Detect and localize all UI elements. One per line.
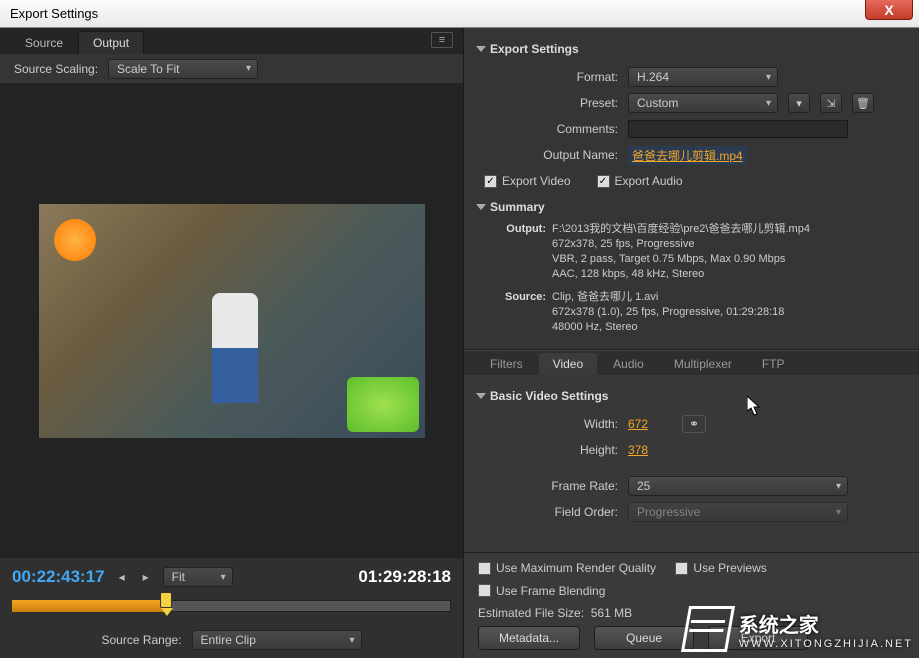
height-label: Height: xyxy=(478,443,618,457)
tab-source[interactable]: Source xyxy=(10,31,78,54)
preset-dropdown[interactable]: Custom xyxy=(628,93,778,113)
panel-menu-icon[interactable] xyxy=(431,32,453,48)
format-label: Format: xyxy=(478,70,618,84)
summary-source-label: Source: xyxy=(492,290,546,335)
width-label: Width: xyxy=(478,417,618,431)
twirl-down-icon xyxy=(476,46,486,52)
basic-video-header[interactable]: Basic Video Settings xyxy=(478,389,905,403)
video-preview[interactable] xyxy=(0,84,463,558)
prev-frame-icon[interactable]: ◂ xyxy=(115,570,129,584)
format-dropdown[interactable]: H.264 xyxy=(628,67,778,87)
close-button[interactable]: X xyxy=(865,0,913,20)
link-dimensions-icon[interactable]: ⚭ xyxy=(682,415,706,433)
framerate-dropdown[interactable]: 25 xyxy=(628,476,848,496)
tab-filters[interactable]: Filters xyxy=(476,353,537,375)
twirl-down-icon xyxy=(476,204,486,210)
import-preset-icon[interactable]: ⇲ xyxy=(820,93,842,113)
source-range-dropdown[interactable]: Entire Clip xyxy=(192,630,362,650)
preview-tabs: Source Output xyxy=(0,28,463,54)
bottom-bar: Use Maximum Render Quality Use Previews … xyxy=(464,552,919,658)
export-settings-header[interactable]: Export Settings xyxy=(478,42,905,56)
close-icon: X xyxy=(884,2,893,18)
export-audio-checkbox[interactable]: ✓Export Audio xyxy=(597,174,683,188)
est-size-label: Estimated File Size: xyxy=(478,606,584,620)
source-scaling-dropdown[interactable]: Scale To Fit xyxy=(108,59,258,79)
tab-output[interactable]: Output xyxy=(78,31,144,54)
settings-panel: Export Settings Format: H.264 Preset: Cu… xyxy=(464,28,919,658)
next-frame-icon[interactable]: ▸ xyxy=(139,570,153,584)
source-range-label: Source Range: xyxy=(101,633,181,647)
queue-button[interactable]: Queue xyxy=(594,626,694,650)
preview-panel: Source Output Source Scaling: Scale To F… xyxy=(0,28,464,658)
fieldorder-dropdown: Progressive xyxy=(628,502,848,522)
playhead-icon[interactable] xyxy=(160,592,172,608)
est-size-value: 561 MB xyxy=(591,606,632,620)
comments-input[interactable] xyxy=(628,120,848,138)
source-scaling-label: Source Scaling: xyxy=(14,62,98,76)
frame-blending-checkbox[interactable]: Use Frame Blending xyxy=(478,584,605,598)
in-timecode[interactable]: 00:22:43:17 xyxy=(12,567,105,587)
summary-output-label: Output: xyxy=(492,222,546,282)
tab-video[interactable]: Video xyxy=(539,353,597,375)
preview-frame xyxy=(39,204,425,438)
output-name-label: Output Name: xyxy=(478,148,618,162)
preset-label: Preset: xyxy=(478,96,618,110)
save-preset-icon[interactable]: ▾ xyxy=(788,93,810,113)
export-video-checkbox[interactable]: ✓Export Video xyxy=(484,174,571,188)
duration-timecode: 01:29:28:18 xyxy=(358,567,451,587)
height-field[interactable]: 378 xyxy=(628,443,658,457)
twirl-down-icon xyxy=(476,393,486,399)
metadata-button[interactable]: Metadata... xyxy=(478,626,580,650)
zoom-dropdown[interactable]: Fit xyxy=(163,567,233,587)
delete-preset-icon[interactable]: 🗑 xyxy=(852,93,874,113)
output-name-link[interactable]: 爸爸去哪儿剪辑.mp4 xyxy=(628,146,747,165)
summary-header[interactable]: Summary xyxy=(478,200,905,214)
window-title: Export Settings xyxy=(10,6,98,21)
framerate-label: Frame Rate: xyxy=(478,479,618,493)
summary-output-value: F:\2013我的文档\百度经验\pre2\爸爸去哪儿剪辑.mp4 672x37… xyxy=(552,222,905,282)
tab-audio[interactable]: Audio xyxy=(599,353,658,375)
use-previews-checkbox[interactable]: Use Previews xyxy=(675,561,766,575)
tab-multiplexer[interactable]: Multiplexer xyxy=(660,353,746,375)
fieldorder-label: Field Order: xyxy=(478,505,618,519)
comments-label: Comments: xyxy=(478,122,618,136)
width-field[interactable]: 672 xyxy=(628,417,658,431)
export-button[interactable]: Export xyxy=(708,626,808,650)
work-area xyxy=(12,600,164,612)
summary-source-value: Clip, 爸爸去哪儿 1.avi 672x378 (1.0), 25 fps,… xyxy=(552,290,905,335)
title-bar: Export Settings X xyxy=(0,0,919,28)
timeline-slider[interactable] xyxy=(12,596,451,626)
settings-tabs: Filters Video Audio Multiplexer FTP xyxy=(464,351,919,375)
tab-ftp[interactable]: FTP xyxy=(748,353,799,375)
max-quality-checkbox[interactable]: Use Maximum Render Quality xyxy=(478,561,656,575)
